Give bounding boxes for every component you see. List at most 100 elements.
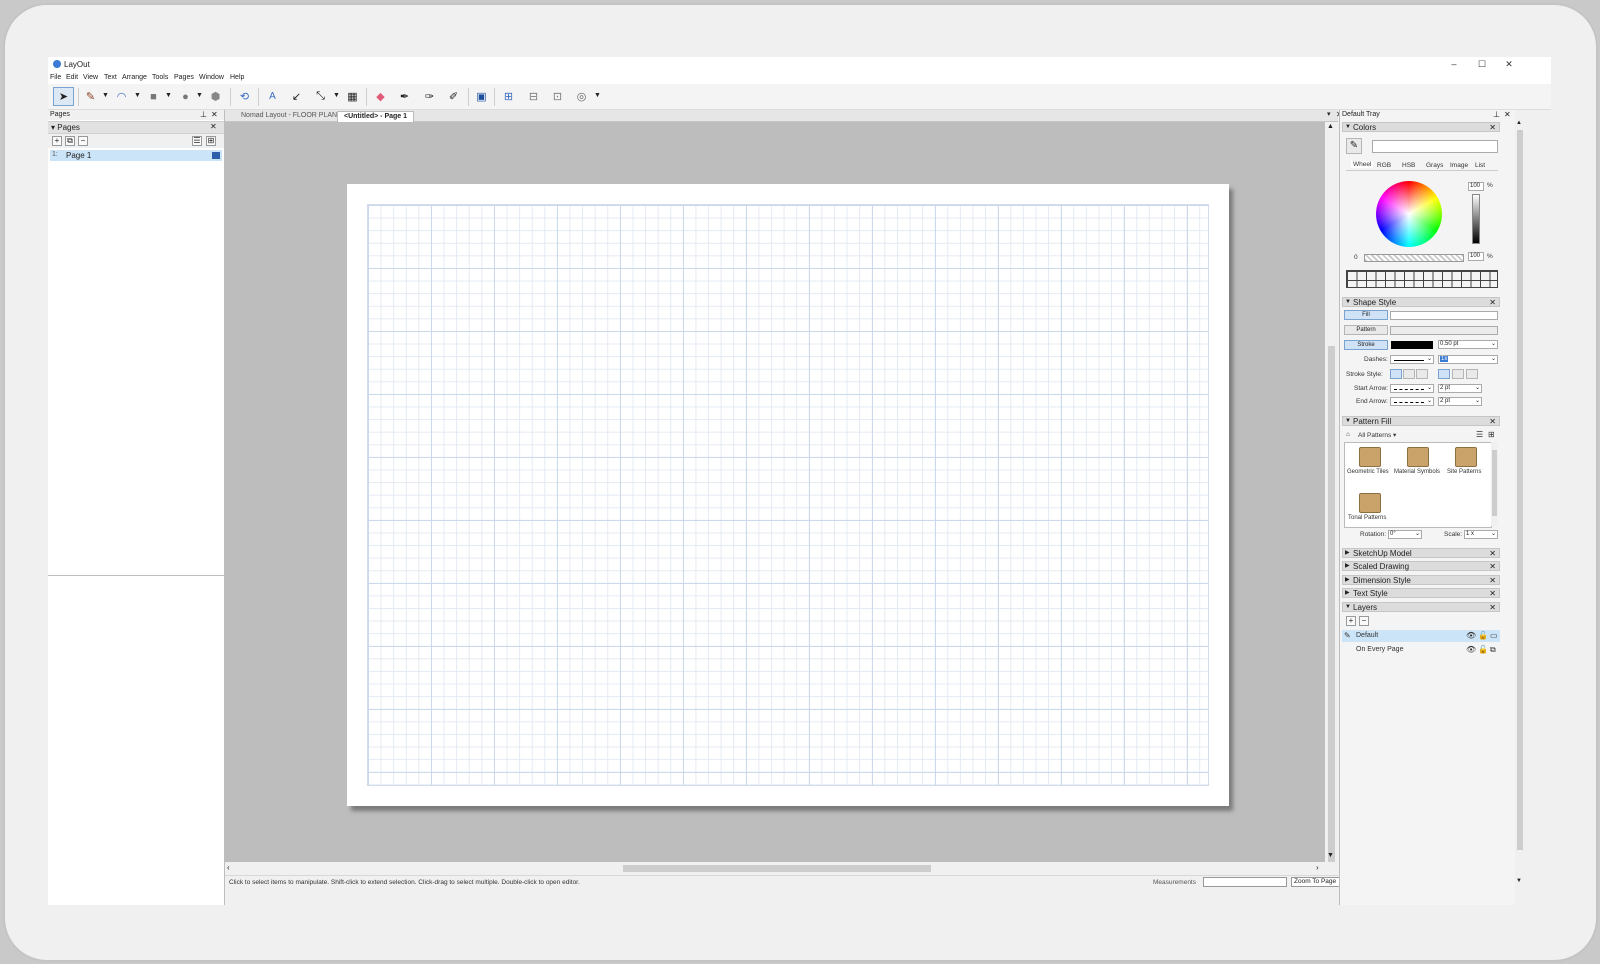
fill-toggle-button[interactable]: Fill bbox=[1344, 310, 1388, 320]
label-tool-button[interactable]: ↙ bbox=[286, 87, 307, 106]
menu-edit[interactable]: Edit bbox=[66, 74, 78, 81]
dash-scale-select[interactable]: 1x ⌄ bbox=[1438, 355, 1498, 364]
opacity-slider[interactable] bbox=[1364, 254, 1464, 262]
layers-close-icon[interactable]: ✕ bbox=[1489, 603, 1496, 612]
duplicate-page-icon[interactable]: ⧉ bbox=[65, 136, 75, 146]
shape-style-section-header[interactable]: ▼ Shape Style ✕ bbox=[1342, 297, 1500, 307]
dimension-style-close-icon[interactable]: ✕ bbox=[1489, 576, 1496, 585]
minimize-button[interactable]: – bbox=[1447, 59, 1461, 70]
delete-page-icon[interactable]: − bbox=[78, 136, 88, 146]
dimension-tool-button[interactable]: ⤡ bbox=[310, 87, 331, 106]
dimension-style-section-header[interactable]: ▶ Dimension Style ✕ bbox=[1342, 575, 1500, 585]
menu-file[interactable]: File bbox=[50, 74, 61, 81]
colors-section-header[interactable]: ▼ Colors ✕ bbox=[1342, 122, 1500, 132]
tray-scrollbar[interactable]: ▲ ▼ bbox=[1515, 110, 1525, 905]
dashes-select[interactable]: ⌄ bbox=[1390, 355, 1434, 364]
drawing-canvas[interactable] bbox=[225, 122, 1325, 862]
layer-row-on-every-page[interactable]: On Every Page 👁 🔓 ⧉ bbox=[1342, 644, 1500, 656]
add-layer-icon[interactable]: + bbox=[1346, 616, 1356, 626]
join-tool-button[interactable]: ✐ bbox=[443, 87, 464, 106]
eyedropper-button[interactable]: ✎ bbox=[1346, 138, 1362, 154]
page-icon[interactable]: ▭ bbox=[1490, 631, 1498, 640]
stroke-toggle-button[interactable]: Stroke bbox=[1344, 340, 1388, 350]
vertical-scroll-thumb[interactable] bbox=[1328, 346, 1335, 862]
previous-page-button[interactable]: ⊟ bbox=[523, 87, 544, 106]
eye-icon[interactable]: 👁 bbox=[1466, 645, 1476, 654]
split-tool-button[interactable]: ✑ bbox=[419, 87, 440, 106]
colors-close-icon[interactable]: ✕ bbox=[1489, 123, 1496, 132]
rectangle-tool-dropdown[interactable]: ▼ bbox=[165, 92, 172, 99]
color-wheel[interactable] bbox=[1376, 181, 1442, 247]
scroll-up-icon[interactable]: ▲ bbox=[1516, 120, 1522, 126]
scaled-drawing-section-header[interactable]: ▶ Scaled Drawing ✕ bbox=[1342, 561, 1500, 571]
lock-icon[interactable]: 🔓 bbox=[1478, 645, 1488, 654]
pattern-swatch[interactable] bbox=[1390, 326, 1498, 335]
pattern-filter-select[interactable]: All Patterns ▾ bbox=[1358, 431, 1396, 439]
tab-list[interactable]: List bbox=[1475, 162, 1485, 169]
menu-text[interactable]: Text bbox=[104, 74, 117, 81]
polygon-tool-button[interactable]: ⬢ bbox=[205, 87, 226, 106]
text-style-section-header[interactable]: ▶ Text Style ✕ bbox=[1342, 588, 1500, 598]
select-tool-button[interactable]: ➤ bbox=[53, 87, 74, 106]
pattern-scroll-thumb[interactable] bbox=[1492, 450, 1497, 516]
pattern-folder-site-patterns[interactable]: Site Patterns bbox=[1447, 469, 1481, 475]
tab-nomad-layout[interactable]: Nomad Layout - FLOOR PLAN bbox=[235, 111, 343, 121]
pages-icon[interactable]: ⧉ bbox=[1490, 645, 1496, 655]
cap-flat-button[interactable] bbox=[1390, 369, 1402, 379]
pages-section-header[interactable]: ▾ Pages ✕ bbox=[48, 121, 224, 134]
layer-row-default[interactable]: ✎ Default 👁 🔓 ▭ bbox=[1342, 630, 1500, 642]
scale-select[interactable]: 1 x ⌄ bbox=[1464, 530, 1498, 539]
eye-icon[interactable]: 👁 bbox=[1466, 631, 1476, 640]
presentation-button[interactable]: ▣ bbox=[471, 87, 492, 106]
eraser-tool-button[interactable]: ◆ bbox=[370, 87, 391, 106]
lock-icon[interactable]: 🔓 bbox=[1478, 631, 1488, 640]
join-bevel-button[interactable] bbox=[1466, 369, 1478, 379]
end-arrow-size-select[interactable]: 2 pt ⌄ bbox=[1438, 397, 1482, 406]
list-view-icon[interactable]: ☰ bbox=[192, 136, 202, 146]
opacity-input[interactable]: 100 bbox=[1468, 252, 1484, 261]
folder-icon[interactable] bbox=[1455, 447, 1477, 467]
maximize-button[interactable]: ☐ bbox=[1475, 59, 1489, 70]
pattern-scrollbar[interactable] bbox=[1491, 442, 1498, 526]
join-round-button[interactable] bbox=[1452, 369, 1464, 379]
menu-tools[interactable]: Tools bbox=[152, 74, 168, 81]
pattern-toggle-button[interactable]: Pattern bbox=[1344, 325, 1388, 335]
color-swatch-palette[interactable] bbox=[1346, 270, 1498, 288]
offset-tool-button[interactable]: ⟲ bbox=[234, 87, 255, 106]
rotation-select[interactable]: 0° ⌄ bbox=[1388, 530, 1422, 539]
color-preview-swatch[interactable] bbox=[1372, 140, 1498, 153]
scroll-up-icon[interactable]: ▲ bbox=[1327, 123, 1334, 130]
end-arrow-select[interactable]: ⌄ bbox=[1390, 397, 1434, 406]
delete-layer-icon[interactable]: − bbox=[1359, 616, 1369, 626]
pin-icon[interactable]: ⊥ bbox=[200, 110, 207, 119]
add-page-button[interactable]: ⊞ bbox=[498, 87, 519, 106]
account-button[interactable]: ◎ bbox=[571, 87, 592, 106]
paper-page[interactable] bbox=[347, 184, 1229, 806]
pattern-folder-tonal-patterns[interactable]: Tonal Patterns bbox=[1348, 515, 1386, 521]
page-list-item[interactable]: 1: Page 1 bbox=[50, 150, 222, 161]
vertical-scrollbar[interactable]: ▲ ▼ bbox=[1325, 122, 1338, 862]
tab-untitled[interactable]: <Untitled> - Page 1 bbox=[337, 111, 415, 122]
menu-arrange[interactable]: Arrange bbox=[122, 74, 147, 81]
text-style-close-icon[interactable]: ✕ bbox=[1489, 589, 1496, 598]
shape-style-close-icon[interactable]: ✕ bbox=[1489, 298, 1496, 307]
start-arrow-select[interactable]: ⌄ bbox=[1390, 384, 1434, 393]
style-tool-button[interactable]: ✒ bbox=[394, 87, 415, 106]
tab-wheel[interactable]: Wheel bbox=[1351, 161, 1374, 168]
tab-image[interactable]: Image bbox=[1450, 162, 1468, 169]
thumbnail-view-icon[interactable]: ⊞ bbox=[1488, 430, 1495, 439]
tab-menu-icon[interactable]: ▾ bbox=[1327, 110, 1331, 118]
scaled-drawing-close-icon[interactable]: ✕ bbox=[1489, 562, 1496, 571]
arc-tool-dropdown[interactable]: ▼ bbox=[134, 92, 141, 99]
scroll-left-icon[interactable]: ‹ bbox=[227, 863, 230, 872]
pattern-folder-geometric-tiles[interactable]: Geometric Tiles bbox=[1347, 469, 1389, 475]
menu-view[interactable]: View bbox=[83, 74, 98, 81]
next-page-button[interactable]: ⊡ bbox=[547, 87, 568, 106]
brightness-input[interactable]: 100 bbox=[1468, 182, 1484, 191]
start-arrow-size-select[interactable]: 2 pt ⌄ bbox=[1438, 384, 1482, 393]
line-tool-button[interactable]: ✎ bbox=[80, 87, 101, 106]
section-close-icon[interactable]: ✕ bbox=[210, 122, 217, 131]
thumbnail-view-icon[interactable]: ⊞ bbox=[206, 136, 216, 146]
pattern-folder-material-symbols[interactable]: Material Symbols bbox=[1394, 469, 1440, 475]
tab-grays[interactable]: Grays bbox=[1426, 162, 1443, 169]
